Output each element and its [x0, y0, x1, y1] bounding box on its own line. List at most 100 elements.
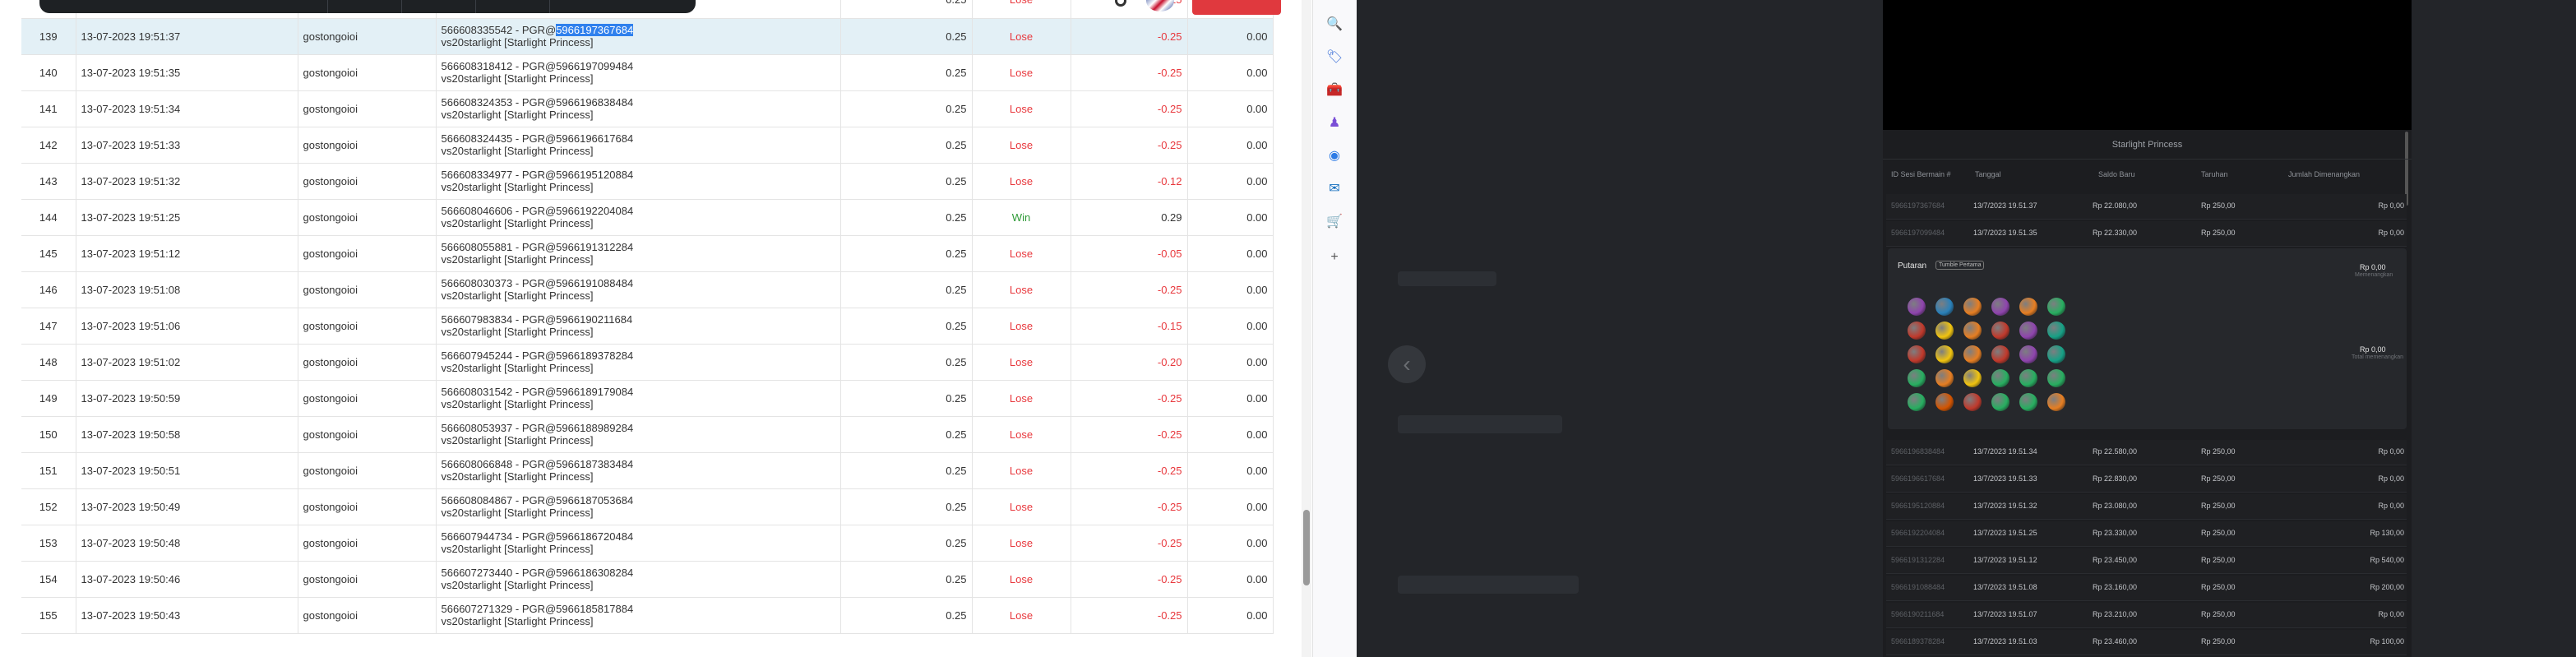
history-row[interactable]	[1886, 440, 2407, 465]
history-balance: Rp 22.830,00	[2093, 474, 2138, 483]
row-stake: 0.25	[840, 597, 973, 634]
history-row[interactable]	[1886, 467, 2407, 493]
table-row[interactable]: 140 13-07-2023 19:51:35 gostongoioi 5666083…	[21, 54, 1274, 91]
row-date: 13-07-2023 19:51:32	[76, 163, 298, 200]
transaction-id[interactable]: 566608031542 - PGR@5966189179084	[442, 386, 634, 398]
transaction-id[interactable]: 566608334977 - PGR@5966195120884	[442, 169, 634, 181]
total-win-amount: Rp 0,00	[2360, 345, 2386, 354]
table-row[interactable]: 144 13-07-2023 19:51:25 gostongoioi 5666080…	[21, 199, 1274, 236]
row-transaction: 566607983834 - PGR@5966190211684 vs20star…	[436, 308, 841, 345]
history-row[interactable]	[1886, 576, 2407, 601]
row-winnings: 0.00	[1187, 90, 1274, 127]
transaction-table: 13813-07-2023 19:51:38gostongoioivs20sta…	[21, 0, 1274, 634]
row-result: Lose	[972, 127, 1071, 164]
history-bet: Rp 250,00	[2201, 556, 2236, 564]
toolbar-segment[interactable]	[401, 0, 476, 13]
row-date: 13-07-2023 19:51:08	[76, 271, 298, 308]
outlook-icon[interactable]: ✉	[1325, 179, 1343, 197]
history-row[interactable]	[1886, 194, 2407, 220]
table-row[interactable]: 147 13-07-2023 19:51:06 gostongoioi 5666079…	[21, 308, 1274, 345]
table-row[interactable]: 149 13-07-2023 19:50:59 gostongoioi 5666080…	[21, 380, 1274, 417]
row-username: gostongoioi	[298, 127, 437, 164]
toolbar-segment[interactable]	[327, 0, 402, 13]
table-row[interactable]: 153 13-07-2023 19:50:48 gostongoioi 5666079…	[21, 525, 1274, 562]
row-winnings: 0.00	[1187, 18, 1274, 55]
gem-symbol-icon	[1935, 298, 1954, 316]
game-name: vs20starlight [Starlight Princess]	[441, 36, 594, 49]
transaction-id[interactable]: 566608084867 - PGR@5966187053684	[442, 494, 634, 507]
row-number: 140	[21, 54, 76, 91]
reel-grid	[1903, 298, 2072, 414]
table-row[interactable]: 143 13-07-2023 19:51:32 gostongoioi 5666083…	[21, 163, 1274, 200]
transaction-id[interactable]: 566608066848 - PGR@5966187383484	[442, 458, 634, 470]
transaction-id[interactable]: 566607944734 - PGR@5966186720484	[442, 530, 634, 543]
row-net: -0.25	[1071, 488, 1188, 525]
logout-button[interactable]	[1192, 0, 1281, 15]
chevron-left-icon[interactable]: ‹	[1388, 345, 1426, 383]
transaction-id[interactable]: 566608030373 - PGR@5966191088484	[442, 277, 634, 289]
transaction-id[interactable]: 566608324435 - PGR@5966196617684	[442, 132, 634, 145]
transaction-id[interactable]: 566607271329 - PGR@5966185817884	[442, 603, 634, 615]
row-username: gostongoioi	[298, 597, 437, 634]
transaction-id[interactable]: 566608055881 - PGR@5966191312284	[442, 241, 634, 253]
history-date: 13/7/2023 19.51.34	[1973, 447, 2037, 456]
add-icon[interactable]: +	[1325, 248, 1343, 266]
transaction-report-pane: 13813-07-2023 19:51:38gostongoioivs20sta…	[0, 0, 1299, 657]
row-username: gostongoioi	[298, 54, 437, 91]
history-session-id: 5966189378284	[1891, 637, 1945, 645]
transaction-id[interactable]: 566607983834 - PGR@5966190211684	[442, 313, 633, 326]
transaction-id[interactable]: 566608335542 - PGR@	[442, 24, 557, 36]
table-row[interactable]: 152 13-07-2023 19:50:49 gostongoioi 5666080…	[21, 488, 1274, 525]
selected-text[interactable]: 5966197367684	[556, 24, 634, 36]
history-row[interactable]	[1886, 603, 2407, 628]
game-name: vs20starlight [Starlight Princess]	[441, 470, 594, 483]
table-row[interactable]: 155 13-07-2023 19:50:43 gostongoioi 5666072…	[21, 597, 1274, 634]
table-row[interactable]: 145 13-07-2023 19:51:12 gostongoioi 5666080…	[21, 235, 1274, 272]
row-result: Lose	[972, 452, 1071, 489]
row-transaction: 566607271329 - PGR@5966185817884 vs20star…	[436, 597, 841, 634]
history-won: Rp 0,00	[2378, 502, 2404, 510]
toolbar-segment[interactable]	[39, 0, 328, 13]
transaction-id[interactable]: 566607945244 - PGR@5966189378284	[442, 349, 634, 362]
transaction-id[interactable]: 566608053937 - PGR@5966188989284	[442, 422, 634, 434]
table-row[interactable]: 148 13-07-2023 19:51:02 gostongoioi 5666079…	[21, 344, 1274, 381]
transaction-id[interactable]: 566608318412 - PGR@5966197099484	[442, 60, 634, 72]
copilot-icon[interactable]: ◉	[1325, 146, 1343, 164]
row-stake: 0.25	[840, 199, 973, 236]
transaction-id[interactable]: 566607273440 - PGR@5966186308284	[442, 567, 634, 579]
table-row[interactable]: 142 13-07-2023 19:51:33 gostongoioi 5666083…	[21, 127, 1274, 164]
people-icon[interactable]: ♟	[1325, 113, 1343, 132]
gem-symbol-icon	[1991, 393, 2009, 411]
history-session-id: 5966197367684	[1891, 201, 1945, 210]
history-bet: Rp 250,00	[2201, 229, 2236, 237]
table-row[interactable]: 146 13-07-2023 19:51:08 gostongoioi 5666080…	[21, 271, 1274, 308]
history-row[interactable]	[1886, 494, 2407, 520]
toolbox-icon[interactable]: 🧰	[1325, 81, 1343, 99]
search-icon[interactable]: 🔍	[1325, 15, 1343, 33]
toolbar-segment[interactable]	[475, 0, 550, 13]
history-row[interactable]	[1886, 221, 2407, 247]
toolbar-segment[interactable]	[549, 0, 623, 13]
row-net: 0.29	[1071, 199, 1188, 236]
table-row[interactable]: 150 13-07-2023 19:50:58 gostongoioi 5666080…	[21, 416, 1274, 453]
row-username: gostongoioi	[298, 488, 437, 525]
row-transaction: 566608053937 - PGR@5966188989284 vs20star…	[436, 416, 841, 453]
table-row[interactable]: 139 13-07-2023 19:51:37 gostongoioi 5666083…	[21, 18, 1274, 55]
row-transaction: 566608324435 - PGR@5966196617684 vs20star…	[436, 127, 841, 164]
page-scrollbar-thumb[interactable]	[1303, 510, 1310, 585]
transaction-id[interactable]: 566608324353 - PGR@5966196838484	[442, 96, 634, 109]
history-row[interactable]	[1886, 630, 2407, 655]
game-name: vs20starlight [Starlight Princess]	[441, 507, 594, 519]
transaction-id[interactable]: 566608046606 - PGR@5966192204084	[442, 205, 634, 217]
history-row[interactable]	[1886, 521, 2407, 547]
tumble-tag[interactable]: Tumble Pertama	[1935, 261, 1985, 270]
col-header-balance: Saldo Baru	[2098, 170, 2135, 178]
table-row[interactable]: 154 13-07-2023 19:50:46 gostongoioi 5666072…	[21, 561, 1274, 598]
tag-icon[interactable]: 🏷	[1325, 48, 1343, 66]
shopping-icon[interactable]: 🛒	[1325, 212, 1343, 230]
row-number: 147	[21, 308, 76, 345]
table-row[interactable]: 151 13-07-2023 19:50:51 gostongoioi 5666080…	[21, 452, 1274, 489]
history-row[interactable]	[1886, 548, 2407, 574]
table-row[interactable]: 141 13-07-2023 19:51:34 gostongoioi 5666083…	[21, 90, 1274, 127]
row-date: 13-07-2023 19:51:06	[76, 308, 298, 345]
